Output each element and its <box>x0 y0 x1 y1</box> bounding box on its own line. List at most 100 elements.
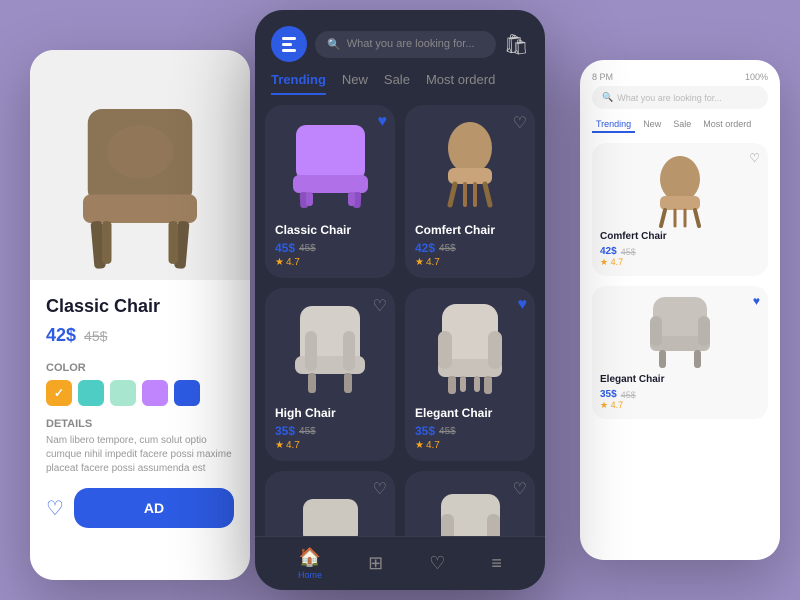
center-tabs: Trending New Sale Most orderd <box>255 62 545 95</box>
left-price-row: 42$ 45$ <box>46 325 234 346</box>
footer-home[interactable]: 🏠 Home <box>298 547 322 580</box>
right-tabs: Trending New Sale Most orderd <box>592 117 768 133</box>
details-section: DETAILS Nam libero tempore, cum solut op… <box>46 418 234 476</box>
item-high-chair[interactable]: ♡ High Chair 35$ 45$ ★ 4.7 <box>265 288 395 461</box>
swatch-purple[interactable] <box>142 380 168 406</box>
right-status: 8 PM 100% <box>592 72 768 82</box>
item-chair-6[interactable]: ♡ Wing Chair 55$ 65$ ★ 4.8 <box>405 471 535 536</box>
item-heart-classic[interactable]: ♥ <box>378 113 388 131</box>
right-price-comfert: 42$ 45$ <box>600 246 760 257</box>
item-img-classic <box>275 115 385 215</box>
center-card: 🔍 What you are looking for... 🛍 Trending… <box>255 10 545 590</box>
right-title-elegant: Elegant Chair <box>600 374 760 385</box>
favorite-icon[interactable]: ♡ <box>46 496 64 521</box>
cart-icon[interactable]: 🛍 <box>504 32 529 57</box>
search-placeholder: What you are looking for... <box>347 38 475 50</box>
item-heart-6[interactable]: ♡ <box>513 479 527 499</box>
logo-bar-1 <box>282 37 296 40</box>
right-search-icon: 🔍 <box>602 92 613 103</box>
logo-bar-2 <box>282 43 292 46</box>
right-title-comfert: Comfert Chair <box>600 231 760 242</box>
item-price-classic: 45$ 45$ <box>275 241 385 255</box>
item-price-elegant: 35$ 45$ <box>415 424 525 438</box>
left-detail-card: Classic Chair 42$ 45$ COLOR DETAILS Nam … <box>30 50 250 580</box>
left-price-old: 45$ <box>84 328 107 344</box>
swatch-teal[interactable] <box>78 380 104 406</box>
left-card-content: Classic Chair 42$ 45$ COLOR DETAILS Nam … <box>30 280 250 544</box>
color-swatches <box>46 380 234 406</box>
star-icon: ★ <box>275 440 284 451</box>
home-icon: 🏠 <box>299 547 321 568</box>
product-grid: ♥ Classic Chair 45$ 45$ ★ 4.7 <box>255 95 545 536</box>
right-star-comfert: ★ 4.7 <box>600 257 760 268</box>
left-chair-image <box>30 50 250 280</box>
item-rating-comfert: ★ 4.7 <box>415 257 525 268</box>
item-title-comfert: Comfert Chair <box>415 223 525 237</box>
tab-sale[interactable]: Sale <box>384 72 410 95</box>
swatch-yellow[interactable] <box>46 380 72 406</box>
color-label: COLOR <box>46 362 234 374</box>
right-heart-comfert[interactable]: ♡ <box>749 151 760 165</box>
left-chair-title: Classic Chair <box>46 296 234 317</box>
logo-bar-3 <box>282 49 296 52</box>
right-search-text: What you are looking for... <box>617 93 722 103</box>
item-img-5 <box>275 481 385 536</box>
tab-new[interactable]: New <box>342 72 368 95</box>
right-price-elegant: 35$ 45$ <box>600 389 760 400</box>
menu-icon: ≡ <box>491 553 502 574</box>
item-elegant-chair[interactable]: ♥ Elegant Chair 35$ 45$ ★ 4.7 <box>405 288 535 461</box>
logo <box>271 26 307 62</box>
right-star-elegant: ★ 4.7 <box>600 400 760 411</box>
item-heart-elegant[interactable]: ♥ <box>518 296 528 314</box>
item-title-high: High Chair <box>275 406 385 420</box>
details-label: DETAILS <box>46 418 234 430</box>
item-price-high: 35$ 45$ <box>275 424 385 438</box>
details-text: Nam libero tempore, cum solut optio cumq… <box>46 434 234 476</box>
star-icon: ★ <box>275 257 284 268</box>
color-section: COLOR <box>46 362 234 406</box>
right-heart-elegant[interactable]: ♥ <box>753 294 760 308</box>
item-comfert-chair[interactable]: ♡ Comfert Chair 42$ 45$ ★ 4.7 <box>405 105 535 278</box>
right-tab-trending[interactable]: Trending <box>592 117 635 133</box>
item-classic-chair[interactable]: ♥ Classic Chair 45$ 45$ ★ 4.7 <box>265 105 395 278</box>
item-img-comfert <box>415 115 525 215</box>
item-heart-high[interactable]: ♡ <box>373 296 387 316</box>
right-search[interactable]: 🔍 What you are looking for... <box>592 86 768 109</box>
footer-menu[interactable]: ≡ <box>491 553 502 574</box>
footer-wishlist[interactable]: ♡ <box>429 553 445 574</box>
grid-icon: ⊞ <box>368 553 383 574</box>
right-items: ♡ Comfert Chair 42$ 45$ ★ 4.7 ♥ <box>592 143 768 419</box>
item-heart-5[interactable]: ♡ <box>373 479 387 499</box>
item-price-comfert: 42$ 45$ <box>415 241 525 255</box>
star-icon: ★ <box>415 440 424 451</box>
add-button[interactable]: AD <box>74 488 234 528</box>
right-tab-new[interactable]: New <box>639 117 665 133</box>
item-chair-5[interactable]: ♡ Chair 28$ 38$ ★ 4.5 <box>265 471 395 536</box>
item-img-6 <box>415 481 525 536</box>
item-rating-elegant: ★ 4.7 <box>415 440 525 451</box>
center-footer: 🏠 Home ⊞ ♡ ≡ <box>255 536 545 590</box>
tab-trending[interactable]: Trending <box>271 72 326 95</box>
search-icon: 🔍 <box>327 38 341 51</box>
star-icon: ★ <box>415 257 424 268</box>
swatch-mint[interactable] <box>110 380 136 406</box>
swatch-blue[interactable] <box>174 380 200 406</box>
item-img-elegant <box>415 298 525 398</box>
item-title-classic: Classic Chair <box>275 223 385 237</box>
right-item-comfert[interactable]: ♡ Comfert Chair 42$ 45$ ★ 4.7 <box>592 143 768 276</box>
right-tab-sale[interactable]: Sale <box>669 117 695 133</box>
right-item-elegant[interactable]: ♥ Elegant Chair 35$ 45$ ★ 4.7 <box>592 286 768 419</box>
right-card: 8 PM 100% 🔍 What you are looking for... … <box>580 60 780 560</box>
item-heart-comfert[interactable]: ♡ <box>513 113 527 133</box>
item-title-elegant: Elegant Chair <box>415 406 525 420</box>
right-img-comfert <box>600 151 760 231</box>
left-price-new: 42$ <box>46 325 76 346</box>
right-tab-most[interactable]: Most orderd <box>699 117 755 133</box>
right-img-elegant <box>600 294 760 374</box>
item-rating-classic: ★ 4.7 <box>275 257 385 268</box>
tab-most-ordered[interactable]: Most orderd <box>426 72 495 95</box>
search-bar[interactable]: 🔍 What you are looking for... <box>315 31 496 58</box>
heart-icon: ♡ <box>429 553 445 574</box>
footer-home-label: Home <box>298 570 322 580</box>
footer-grid[interactable]: ⊞ <box>368 553 383 574</box>
